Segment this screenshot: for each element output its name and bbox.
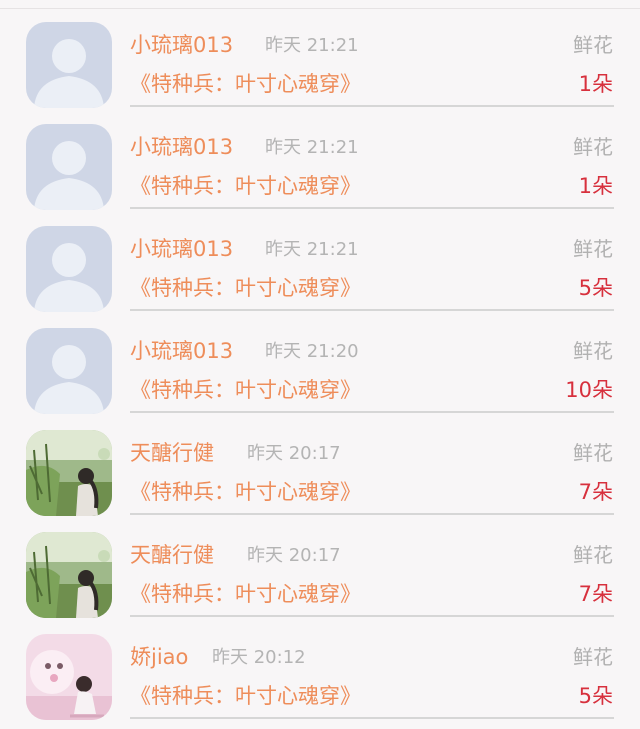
book-title[interactable]: 《特种兵：叶寸心魂穿》 <box>130 376 361 404</box>
user-name[interactable]: 小琉璃013 <box>130 134 233 160</box>
timestamp: 昨天 20:17 <box>247 443 341 464</box>
user-name[interactable]: 天醣行健 <box>130 542 214 568</box>
default-user-icon[interactable] <box>26 22 112 108</box>
list-item[interactable]: 小琉璃013 昨天 21:21 鲜花 《特种兵：叶寸心魂穿》 1朵 <box>0 0 640 108</box>
timestamp: 昨天 20:12 <box>212 647 306 668</box>
list-item[interactable]: 娇jiao 昨天 20:12 鲜花 《特种兵：叶寸心魂穿》 5朵 <box>0 612 640 720</box>
book-title[interactable]: 《特种兵：叶寸心魂穿》 <box>130 682 361 710</box>
pink-photo-avatar[interactable] <box>26 634 112 720</box>
gift-type: 鲜花 <box>573 135 613 159</box>
list-item[interactable]: 天醣行健 昨天 20:17 鲜花 《特种兵：叶寸心魂穿》 7朵 <box>0 408 640 516</box>
list-item[interactable]: 小琉璃013 昨天 21:21 鲜花 《特种兵：叶寸心魂穿》 1朵 <box>0 102 640 210</box>
book-title[interactable]: 《特种兵：叶寸心魂穿》 <box>130 580 361 608</box>
timestamp: 昨天 20:17 <box>247 545 341 566</box>
gift-type: 鲜花 <box>573 645 613 669</box>
gift-type: 鲜花 <box>573 339 613 363</box>
timestamp: 昨天 21:21 <box>265 35 359 56</box>
gift-type: 鲜花 <box>573 543 613 567</box>
user-name[interactable]: 小琉璃013 <box>130 32 233 58</box>
timestamp: 昨天 21:21 <box>265 137 359 158</box>
list-item[interactable]: 小琉璃013 昨天 21:20 鲜花 《特种兵：叶寸心魂穿》 10朵 <box>0 306 640 414</box>
gift-count: 5朵 <box>578 276 613 300</box>
user-name[interactable]: 娇jiao <box>130 644 188 670</box>
gift-count: 7朵 <box>578 480 613 504</box>
list-item[interactable]: 小琉璃013 昨天 21:21 鲜花 《特种兵：叶寸心魂穿》 5朵 <box>0 204 640 312</box>
book-title[interactable]: 《特种兵：叶寸心魂穿》 <box>130 478 361 506</box>
gift-type: 鲜花 <box>573 237 613 261</box>
default-user-icon[interactable] <box>26 124 112 210</box>
book-title[interactable]: 《特种兵：叶寸心魂穿》 <box>130 274 361 302</box>
row-divider <box>130 717 614 719</box>
gift-count: 5朵 <box>578 684 613 708</box>
garden-photo-avatar[interactable] <box>26 532 112 618</box>
default-user-icon[interactable] <box>26 226 112 312</box>
user-name[interactable]: 小琉璃013 <box>130 338 233 364</box>
gift-count: 1朵 <box>578 174 613 198</box>
garden-photo-avatar[interactable] <box>26 430 112 516</box>
gift-count: 10朵 <box>565 378 613 402</box>
default-user-icon[interactable] <box>26 328 112 414</box>
book-title[interactable]: 《特种兵：叶寸心魂穿》 <box>130 70 361 98</box>
user-name[interactable]: 天醣行健 <box>130 440 214 466</box>
timestamp: 昨天 21:21 <box>265 239 359 260</box>
user-name[interactable]: 小琉璃013 <box>130 236 233 262</box>
gift-count: 7朵 <box>578 582 613 606</box>
timestamp: 昨天 21:20 <box>265 341 359 362</box>
list-item[interactable]: 天醣行健 昨天 20:17 鲜花 《特种兵：叶寸心魂穿》 7朵 <box>0 510 640 618</box>
gift-type: 鲜花 <box>573 33 613 57</box>
book-title[interactable]: 《特种兵：叶寸心魂穿》 <box>130 172 361 200</box>
gift-type: 鲜花 <box>573 441 613 465</box>
gift-count: 1朵 <box>578 72 613 96</box>
